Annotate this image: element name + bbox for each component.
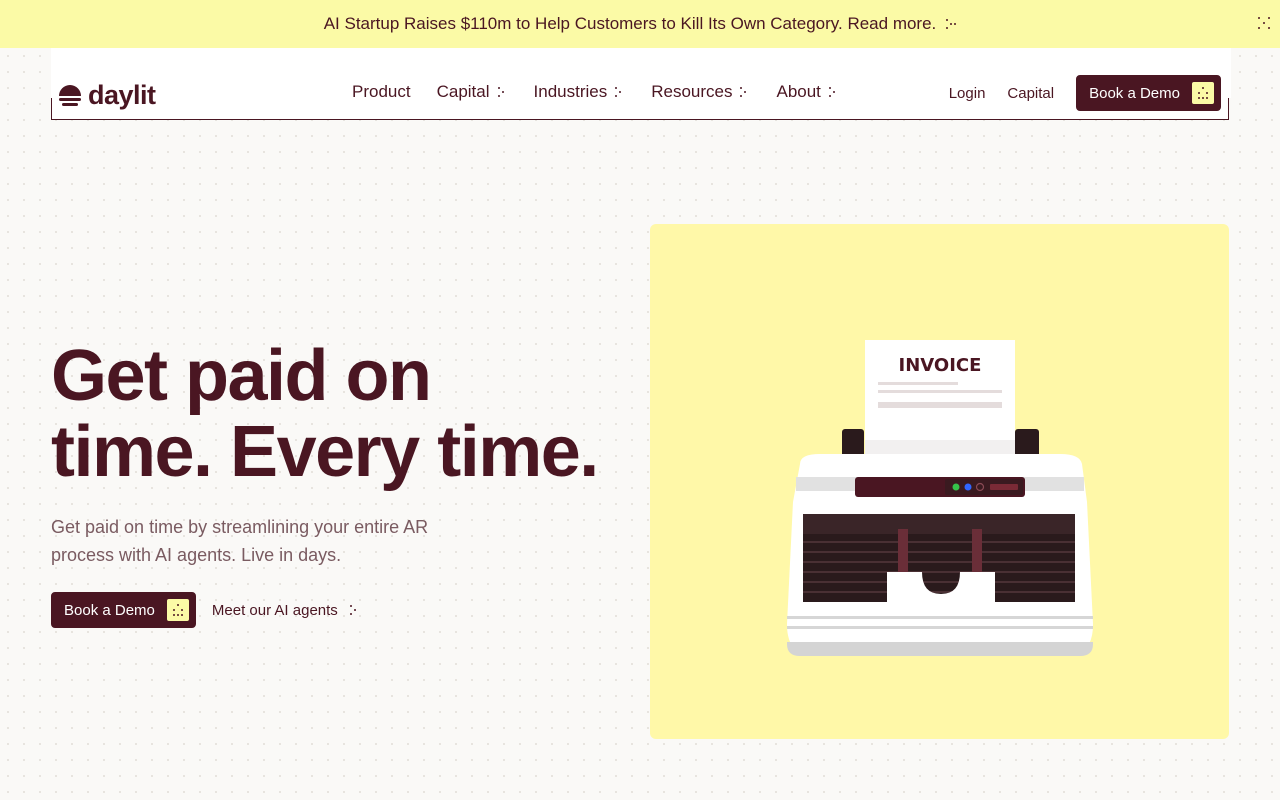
nav-item-label: Product: [352, 82, 411, 101]
dots-grid-icon: [1192, 82, 1214, 104]
hero-cta-group: Book a Demo Meet our AI agents: [51, 592, 360, 628]
dots-arrow-icon: [740, 85, 750, 99]
hero-illustration: INVOICE: [650, 224, 1229, 739]
invoice-label: INVOICE: [899, 355, 982, 376]
dots-arrow-icon: [497, 85, 508, 99]
hero-book-demo-label: Book a Demo: [64, 601, 155, 619]
nav-item-about[interactable]: About: [776, 82, 838, 102]
nav-item-industries[interactable]: Industries: [534, 82, 626, 102]
dots-arrow-icon: [615, 85, 625, 99]
logo[interactable]: daylit: [58, 80, 156, 111]
nav-item-label: Capital: [436, 82, 490, 101]
hero-title-line1: Get paid on: [51, 336, 432, 416]
dots-arrow-icon: [828, 85, 839, 99]
dots-arrow-icon: [946, 17, 957, 31]
banner-text: AI Startup Raises $110m to Help Customer…: [323, 14, 937, 33]
logo-text: daylit: [88, 80, 156, 110]
nav-item-label: Industries: [533, 82, 608, 101]
nav-item-label: About: [776, 82, 821, 101]
nav-item-capital[interactable]: Capital: [437, 82, 508, 102]
meet-ai-agents-label: Meet our AI agents: [211, 601, 338, 619]
nav-item-label: Resources: [651, 82, 733, 101]
capital-link[interactable]: Capital: [1007, 85, 1054, 102]
login-link[interactable]: Login: [949, 85, 986, 102]
invoice-printer-illustration: INVOICE: [787, 340, 1093, 656]
nav-item-product[interactable]: Product: [352, 82, 411, 102]
book-demo-label: Book a Demo: [1089, 84, 1180, 102]
nav-menu: Product Capital Industries Resources Abo…: [352, 82, 839, 102]
nav-actions: Login Capital Book a Demo: [949, 75, 1221, 111]
main-nav: daylit Product Capital Industries Resour…: [51, 48, 1231, 120]
hero-book-demo-button[interactable]: Book a Demo: [51, 592, 196, 628]
meet-ai-agents-link[interactable]: Meet our AI agents: [212, 602, 360, 619]
banner-link[interactable]: AI Startup Raises $110m to Help Customer…: [324, 14, 957, 34]
hero-title: Get paid on time. Every time.: [51, 338, 631, 490]
dots-grid-icon: [166, 599, 189, 621]
announcement-banner[interactable]: AI Startup Raises $110m to Help Customer…: [0, 0, 1280, 48]
nav-item-resources[interactable]: Resources: [651, 82, 750, 102]
book-demo-button[interactable]: Book a Demo: [1076, 75, 1221, 111]
dots-arrow-icon: [349, 603, 360, 617]
hero-title-line2: time. Every time.: [51, 412, 599, 492]
logo-sun-icon: [59, 84, 81, 106]
hero-subtitle: Get paid on time by streamlining your en…: [51, 517, 429, 565]
close-dots-icon[interactable]: [1258, 17, 1272, 31]
